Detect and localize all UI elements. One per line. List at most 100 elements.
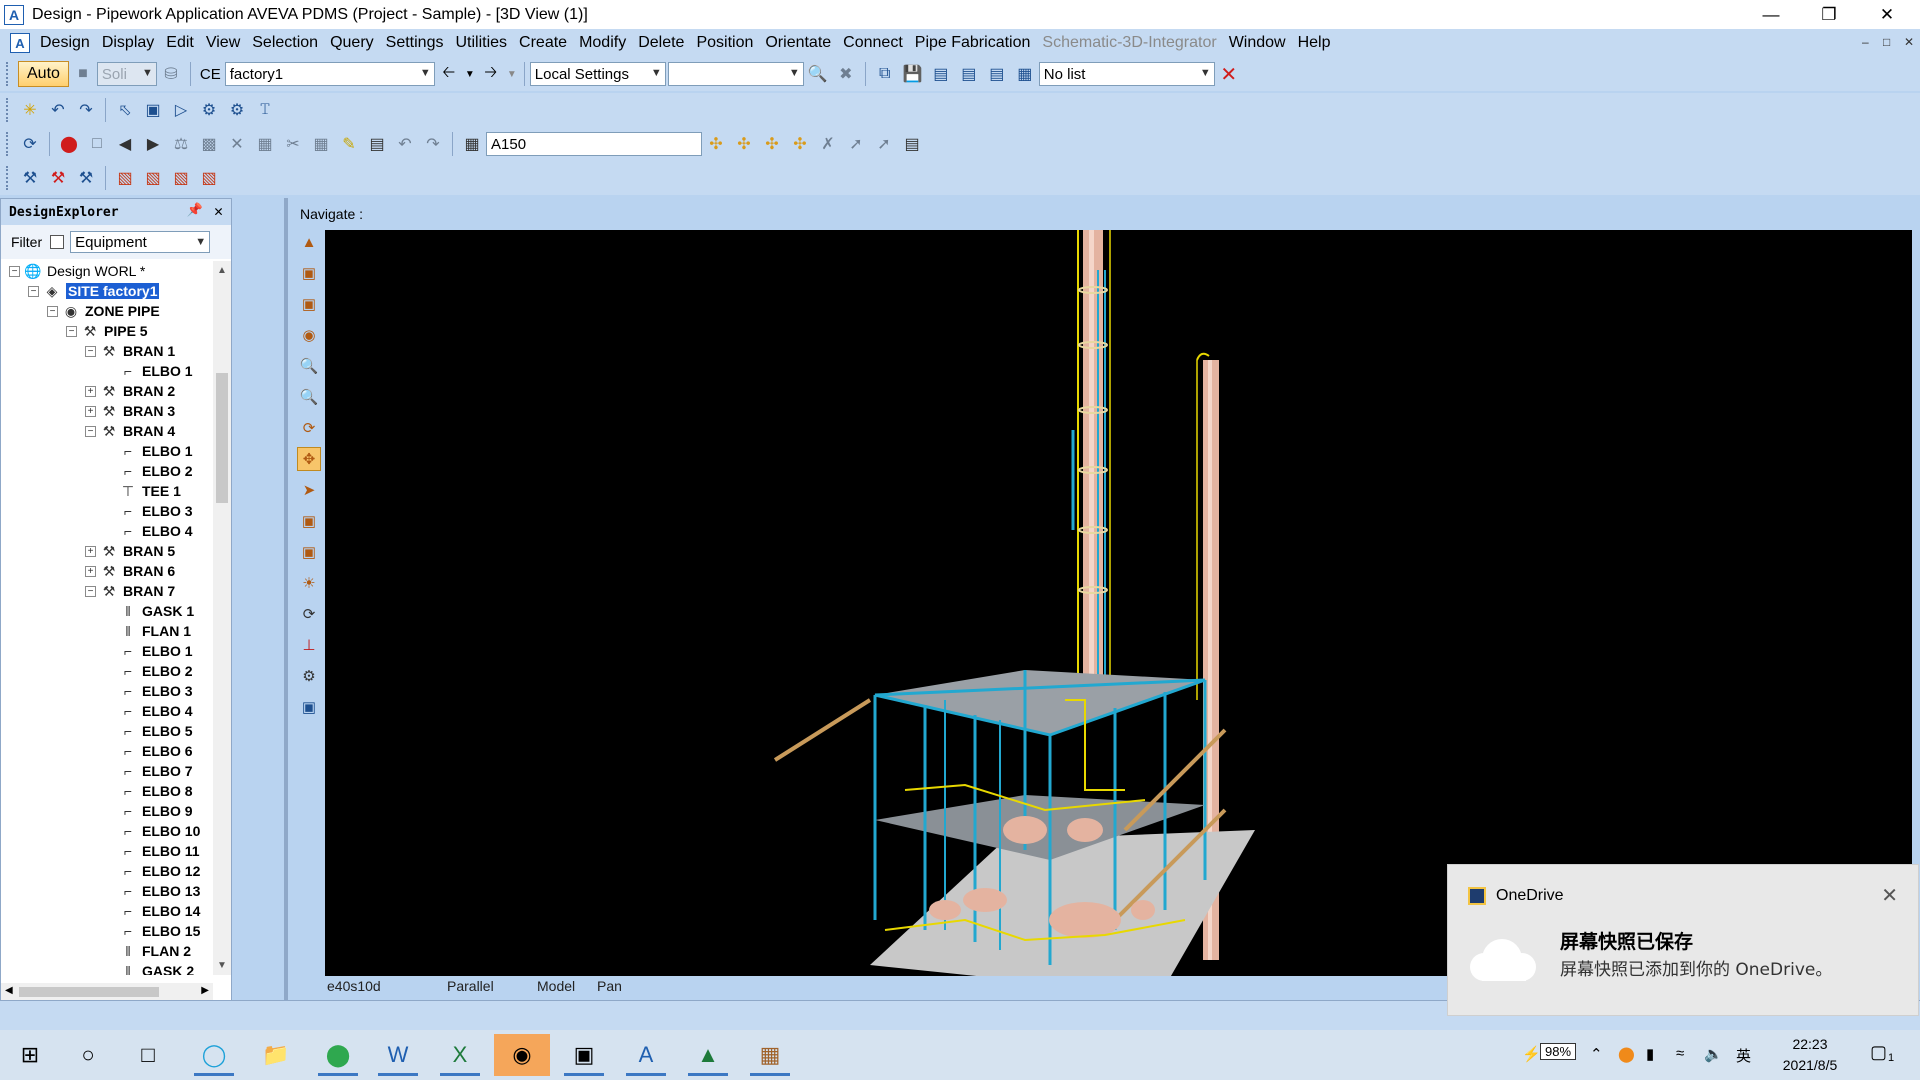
slope-icon[interactable]: ➚	[843, 131, 869, 157]
forward-arrow-icon[interactable]: 🡢	[478, 61, 504, 87]
tree-node[interactable]: ⌐ ELBO 6	[1, 741, 213, 761]
clear-icon[interactable]: ✖	[833, 61, 859, 87]
collapse-icon[interactable]: −	[85, 425, 96, 437]
close-icon[interactable]: ✕	[214, 202, 223, 220]
tree-node[interactable]: ‖ GASK 2	[1, 961, 213, 975]
chevron-up-icon[interactable]: ⌃	[1590, 1045, 1603, 1063]
menu-settings[interactable]: Settings	[380, 34, 450, 52]
layer-icon[interactable]: ▣	[297, 509, 321, 533]
pipe-tool-icon[interactable]: ▲	[680, 1034, 736, 1076]
menu-create[interactable]: Create	[513, 34, 573, 52]
save-icon[interactable]: 💾	[900, 61, 926, 87]
solid-combo[interactable]: Soli ▼	[96, 62, 157, 86]
stop-icon[interactable]: ⬤	[56, 131, 82, 157]
tree-horizontal-scrollbar[interactable]: ◀ ▶	[1, 983, 213, 1001]
screenshot-tool-icon[interactable]: ◉	[494, 1034, 550, 1076]
tree-node[interactable]: ⌐ ELBO 11	[1, 841, 213, 861]
light-icon[interactable]: ☀	[297, 571, 321, 595]
database-icon[interactable]: ⛁	[158, 61, 184, 87]
menu-query[interactable]: Query	[324, 34, 380, 52]
table-form-icon[interactable]: ▤	[364, 131, 390, 157]
restore-button[interactable]: ❐	[1800, 0, 1858, 29]
list-remove-icon[interactable]: ▤	[956, 61, 982, 87]
table-icon[interactable]: ▦	[1012, 61, 1038, 87]
toolbar-grip[interactable]	[6, 98, 10, 122]
slope2-icon[interactable]: ➚	[871, 131, 897, 157]
close-window-button[interactable]: ✕	[1858, 0, 1916, 29]
tree-node[interactable]: + ⚒ BRAN 2	[1, 381, 213, 401]
tree-node[interactable]: ‖ FLAN 1	[1, 621, 213, 641]
scroll-left-icon[interactable]: ◀	[5, 985, 13, 996]
onedrive-notification[interactable]: OneDrive ✕ 屏幕快照已保存 屏幕快照已添加到你的 OneDrive。	[1447, 864, 1919, 1016]
column-icon[interactable]: ▧	[112, 165, 138, 191]
pan-icon[interactable]: ✥	[297, 447, 321, 471]
spec-icon[interactable]: ▦	[459, 131, 485, 157]
menu-help[interactable]: Help	[1292, 34, 1337, 52]
orbit-icon[interactable]: ⟳	[297, 416, 321, 440]
clip-icon[interactable]: ⚙	[297, 664, 321, 688]
refresh-icon[interactable]: ⟳	[17, 131, 43, 157]
align-icon[interactable]: ▤	[899, 131, 925, 157]
next-icon[interactable]: ▶	[140, 131, 166, 157]
terminal-icon[interactable]: ▣	[556, 1034, 612, 1076]
local-settings-combo[interactable]: Local Settings ▼	[529, 62, 666, 86]
menu-schematic-3d-integrator[interactable]: Schematic-3D-Integrator	[1036, 34, 1222, 52]
tree-node[interactable]: ⌐ ELBO 4	[1, 521, 213, 541]
menu-position[interactable]: Position	[690, 34, 759, 52]
tree-node[interactable]: ⌐ ELBO 5	[1, 721, 213, 741]
refresh-view-icon[interactable]: ⟳	[297, 602, 321, 626]
column3-icon[interactable]: ▧	[168, 165, 194, 191]
mdi-restore-button[interactable]: □	[1883, 35, 1890, 49]
tree-node[interactable]: − ⚒ BRAN 7	[1, 581, 213, 601]
scroll-thumb[interactable]	[216, 373, 228, 503]
tree-node[interactable]: − ⚒ BRAN 4	[1, 421, 213, 441]
collapse-icon[interactable]: −	[85, 345, 96, 357]
tree-node[interactable]: + ⚒ BRAN 3	[1, 401, 213, 421]
ime-indicator[interactable]: 英	[1736, 1045, 1751, 1066]
filter-checkbox[interactable]	[50, 235, 65, 249]
walk-icon[interactable]: ▲	[297, 230, 321, 254]
column2-icon[interactable]: ▧	[140, 165, 166, 191]
select-box-icon[interactable]: ▣	[140, 97, 166, 123]
tree-node[interactable]: ⌐ ELBO 14	[1, 901, 213, 921]
list-add-icon[interactable]: ▤	[928, 61, 954, 87]
green-app-icon[interactable]: ⬤	[310, 1034, 366, 1076]
tree-node[interactable]: ⊤ TEE 1	[1, 481, 213, 501]
tree-node[interactable]: ⌐ ELBO 3	[1, 501, 213, 521]
tree-node[interactable]: + ⚒ BRAN 6	[1, 561, 213, 581]
search-circle-icon[interactable]: ○	[60, 1034, 116, 1076]
zoom-icon[interactable]: 🔍	[297, 354, 321, 378]
tree-node[interactable]: ‖ FLAN 2	[1, 941, 213, 961]
edge-browser-icon[interactable]: ◯	[186, 1034, 242, 1076]
file-explorer-icon[interactable]: 📁	[248, 1034, 304, 1076]
plug-icon[interactable]: ⚡	[1522, 1045, 1541, 1063]
axes-icon[interactable]: ⊥	[297, 633, 321, 657]
forward-dropdown-icon[interactable]: ▼	[506, 61, 518, 87]
menu-selection[interactable]: Selection	[246, 34, 324, 52]
menu-window[interactable]: Window	[1223, 34, 1292, 52]
pipe-split-icon[interactable]: ⚒	[73, 165, 99, 191]
redo-small-icon[interactable]: ↷	[420, 131, 446, 157]
route2-icon[interactable]: ✣	[787, 131, 813, 157]
tree-node[interactable]: ‖ GASK 1	[1, 601, 213, 621]
minimize-button[interactable]: —	[1742, 0, 1800, 29]
tree-vertical-scrollbar[interactable]: ▲ ▼	[213, 261, 231, 975]
mdi-minimize-button[interactable]: –	[1862, 35, 1869, 49]
pipe-edit-icon[interactable]: ⚒	[45, 165, 71, 191]
tree-node[interactable]: ⌐ ELBO 13	[1, 881, 213, 901]
tree-node[interactable]: ⌐ ELBO 1	[1, 641, 213, 661]
zoom-to-icon[interactable]: ▣	[297, 261, 321, 285]
connect2-icon[interactable]: ✣	[731, 131, 757, 157]
color-swatch-icon[interactable]: ■	[70, 61, 96, 87]
pen-icon[interactable]: ✎	[336, 131, 362, 157]
expand-icon[interactable]: +	[85, 405, 96, 417]
menu-pipe-fabrication[interactable]: Pipe Fabrication	[909, 34, 1037, 52]
collapse-icon[interactable]: −	[85, 585, 96, 597]
delete-component-icon[interactable]: ✕	[224, 131, 250, 157]
collapse-icon[interactable]: −	[47, 305, 58, 317]
fly-icon[interactable]: ➤	[297, 478, 321, 502]
flip-icon[interactable]: ⚖	[168, 131, 194, 157]
pointer-icon[interactable]: ⬁	[112, 97, 138, 123]
scroll-right-icon[interactable]: ▶	[201, 985, 209, 996]
menu-view[interactable]: View	[200, 34, 246, 52]
